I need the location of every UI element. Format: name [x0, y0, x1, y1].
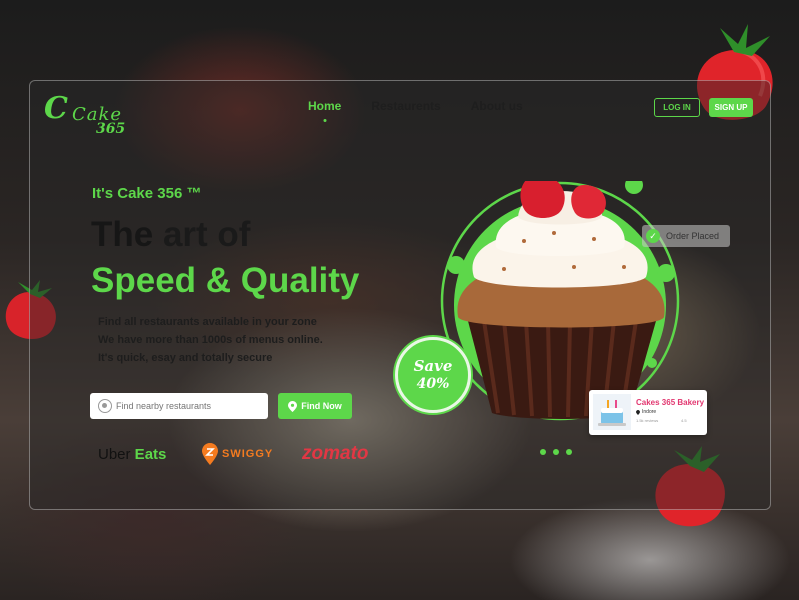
- swiggy-logo[interactable]: SWIGGY: [202, 443, 273, 465]
- eats-text: Eats: [130, 446, 167, 463]
- nav-home[interactable]: Home: [308, 99, 341, 113]
- carousel-dot-3[interactable]: [566, 449, 572, 455]
- uber-text: Uber: [98, 446, 131, 463]
- order-placed-badge: ✓ Order Placed: [642, 225, 730, 247]
- bakery-name: Cakes 365 Bakery: [636, 398, 705, 407]
- signup-button[interactable]: SIGN UP: [709, 98, 753, 117]
- logo[interactable]: C Cake 365: [44, 91, 144, 137]
- hero-title-line2: Speed & Quality: [91, 261, 360, 300]
- bakery-meta: 1.5k reviews: [636, 418, 659, 423]
- login-button[interactable]: LOG IN: [654, 98, 700, 117]
- save-text: Save: [413, 357, 453, 375]
- find-now-button[interactable]: Find Now: [278, 393, 352, 419]
- save-badge[interactable]: Save 40%: [395, 337, 471, 413]
- logo-letter: C: [44, 91, 68, 126]
- bakery-rating: 4.5: [681, 418, 687, 423]
- nav-restaurents[interactable]: Restaurents: [371, 99, 440, 113]
- hero-title-art-of: art of: [153, 215, 251, 254]
- hero-card: C Cake 365 Home Restaurents About us LOG…: [29, 80, 771, 510]
- nav-about-us[interactable]: About us: [471, 99, 523, 113]
- swiggy-logo-icon: [202, 443, 218, 465]
- carousel-dot-1[interactable]: [540, 449, 546, 455]
- search-input[interactable]: [116, 401, 256, 411]
- logo-number: 365: [96, 121, 126, 137]
- bakery-location-text: Indore: [642, 409, 657, 415]
- desc-line-3: It's quick, esay and totally secure: [98, 352, 273, 364]
- hero-title-line1: The art of: [91, 215, 250, 255]
- desc-line-1: Find all restaurants available in your z…: [98, 316, 317, 328]
- location-pin-icon: [636, 409, 640, 415]
- map-pin-icon: [288, 400, 298, 412]
- discount-text: 40%: [416, 376, 450, 392]
- cupcake-illustration: [440, 181, 680, 421]
- find-now-label: Find Now: [301, 401, 342, 411]
- bakery-card[interactable]: Cakes 365 Bakery Indore 1.5k reviews 4.5: [589, 390, 707, 435]
- zomato-logo[interactable]: zomato: [302, 443, 369, 465]
- carousel-dots: [540, 449, 572, 455]
- hero-kicker: It's Cake 356 ™: [92, 185, 202, 202]
- bakery-location: Indore: [636, 409, 656, 415]
- main-nav: Home Restaurents About us: [308, 99, 523, 113]
- order-status-label: Order Placed: [666, 231, 720, 241]
- swiggy-text: SWIGGY: [222, 448, 274, 460]
- desc-line-2: We have more than 1000s of menus online.: [98, 334, 323, 346]
- hero-description: Find all restaurants available in your z…: [98, 313, 323, 367]
- carousel-dot-2[interactable]: [553, 449, 559, 455]
- search-box[interactable]: [90, 393, 268, 419]
- uber-eats-logo[interactable]: Uber Eats: [98, 446, 166, 463]
- search-location-icon: [98, 399, 112, 413]
- hero-title-the: The: [91, 215, 154, 254]
- check-icon: ✓: [646, 229, 660, 243]
- bakery-cake-thumbnail: [593, 394, 631, 430]
